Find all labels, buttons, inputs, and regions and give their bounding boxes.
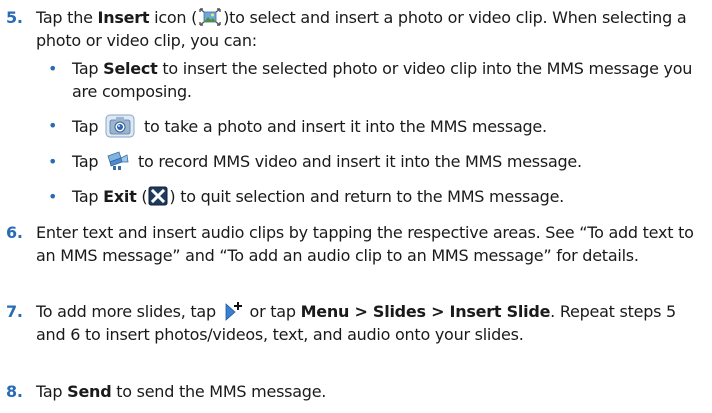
bullet-text: Tap Select to insert the selected photo … (72, 59, 693, 101)
bullet-marker: • (48, 152, 58, 171)
bullet-video: • Tap to record MMS video and insert it … (48, 150, 708, 174)
step-number: 5. (6, 8, 23, 27)
insert-media-icon (198, 7, 222, 27)
step-number: 6. (6, 223, 23, 242)
step-text: To add more slides, tap or tap Menu > Sl… (36, 301, 676, 344)
insert-label: Insert (97, 8, 150, 27)
step-number: 8. (6, 382, 23, 401)
bullet-text: Tap Exit ( ) to quit selection and retur… (72, 186, 564, 206)
step-7: 7. To add more slides, tap or tap Menu >… (6, 300, 706, 346)
bullet-marker: • (48, 59, 58, 78)
exit-label: Exit (103, 187, 137, 206)
step-text: Tap the Insert icon ( )to select and ins… (36, 7, 687, 50)
step-5: 5. Tap the Insert icon ( )to select and … (6, 6, 706, 52)
bullet-camera: • Tap to take a photo and insert it into… (48, 114, 708, 138)
step-6: 6. Enter text and insert audio clips by … (6, 221, 706, 290)
bullet-marker: • (48, 116, 58, 135)
step-8: 8. Tap Send to send the MMS message. (6, 380, 706, 404)
bullet-exit: • Tap Exit ( ) to quit selection and ret… (48, 185, 708, 209)
bullet-select: • Tap Select to insert the selected phot… (48, 57, 708, 103)
menu-path: Menu > Slides > Insert Slide (300, 302, 551, 321)
document-page: 5. Tap the Insert icon ( )to select and … (0, 0, 712, 413)
camera-icon (105, 114, 135, 138)
step-text: Tap Send to send the MMS message. (36, 382, 327, 401)
add-slide-icon (223, 301, 243, 321)
step-text: Enter text and insert audio clips by tap… (36, 223, 694, 265)
exit-icon (148, 186, 168, 206)
select-label: Select (103, 59, 158, 78)
video-camera-icon (105, 150, 131, 172)
bullet-marker: • (48, 187, 58, 206)
bullet-text: Tap to take a photo and insert it into t… (72, 114, 708, 138)
send-label: Send (67, 382, 112, 401)
bullet-text: Tap to record MMS video and insert it in… (72, 150, 582, 172)
step-number: 7. (6, 302, 23, 321)
